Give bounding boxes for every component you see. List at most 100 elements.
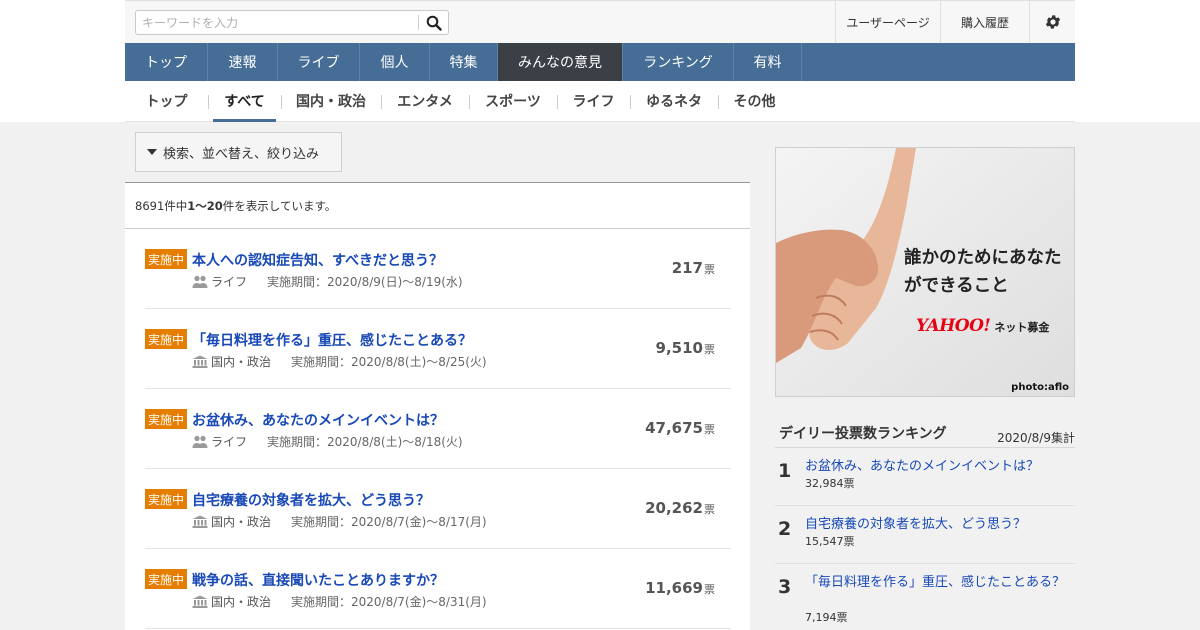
- nav-ranking[interactable]: ランキング: [623, 43, 734, 81]
- main-nav: トップ 速報 ライブ 個人 特集 みんなの意見 ランキング 有料: [125, 43, 1075, 81]
- poll-meta: 国内・政治 実施期間：2020/8/7(金)〜8/31(月): [192, 593, 487, 609]
- status-badge: 実施中: [145, 409, 187, 429]
- nav-live[interactable]: ライブ: [278, 43, 360, 81]
- ranking-title: デイリー投票数ランキング: [779, 426, 947, 442]
- tab-sports[interactable]: スポーツ: [469, 81, 557, 122]
- ranking-item-link[interactable]: 自宅療養の対象者を拡大、どう思う？: [805, 516, 1070, 533]
- government-building-icon: [192, 355, 208, 368]
- filter-button[interactable]: 検索、並べ替え、絞り込み: [135, 132, 342, 172]
- ranking-date: 2020/8/9集計: [997, 431, 1075, 445]
- nav-features[interactable]: 特集: [430, 43, 498, 81]
- poll-meta: 国内・政治 実施期間：2020/8/8(土)〜8/25(火): [192, 353, 487, 369]
- government-building-icon: [192, 595, 208, 608]
- result-range: 1～20: [187, 198, 223, 213]
- ad-headline: 誰かのためにあなたができること: [904, 248, 1062, 296]
- tab-all[interactable]: すべて: [208, 81, 281, 122]
- ranking-item: 2 自宅療養の対象者を拡大、どう思う？ 15,547票: [775, 506, 1075, 564]
- poll-votes: 47,675票: [645, 419, 715, 437]
- poll-item: 実施中 「毎日料理を作る」重圧、感じたことある？ 国内・政治 実施期間：2020…: [145, 309, 731, 389]
- tab-top[interactable]: トップ: [125, 81, 208, 122]
- tab-domestic-politics[interactable]: 国内・政治: [281, 81, 381, 122]
- poll-votes: 11,669票: [645, 579, 715, 597]
- poll-category: 国内・政治: [211, 514, 272, 529]
- yahoo-logo: YAHOO!: [916, 316, 991, 336]
- nav-breaking[interactable]: 速報: [208, 43, 278, 81]
- nav-paid[interactable]: 有料: [734, 43, 802, 81]
- caret-down-icon: [147, 149, 157, 155]
- poll-category: 国内・政治: [211, 354, 272, 369]
- poll-item: 実施中 戦争の話、直接聞いたことありますか？ 国内・政治 実施期間：2020/8…: [145, 549, 731, 629]
- poll-vote-count: 217: [671, 259, 703, 277]
- gear-icon: [1045, 15, 1060, 29]
- tab-life[interactable]: ライフ: [557, 81, 630, 122]
- status-badge: 実施中: [145, 249, 187, 269]
- status-badge: 実施中: [145, 489, 187, 509]
- user-page-link[interactable]: ユーザーページ: [835, 1, 940, 43]
- donation-ad-banner[interactable]: 誰かのためにあなたができること YAHOO! ネット募金 photo:aflo: [775, 147, 1075, 397]
- poll-period: 実施期間：2020/8/7(金)〜8/17(月): [291, 514, 487, 529]
- poll-title-link[interactable]: 自宅療養の対象者を拡大、どう思う？: [192, 490, 430, 510]
- poll-category: 国内・政治: [211, 594, 272, 609]
- tab-entertainment[interactable]: エンタメ: [381, 81, 469, 122]
- photo-credit: photo:aflo: [1011, 382, 1069, 393]
- poll-title-link[interactable]: 本人への認知症告知、すべきだと思う？: [192, 250, 443, 270]
- result-count: 8691 件中 1～20 件を表示しています。: [125, 182, 750, 229]
- nav-opinions[interactable]: みんなの意見: [498, 43, 623, 81]
- rank-number: 2: [778, 518, 792, 540]
- ranking-item-link[interactable]: お盆休み、あなたのメインイベントは？: [805, 458, 1070, 475]
- poll-category: ライフ: [211, 274, 248, 289]
- government-building-icon: [192, 515, 208, 528]
- result-total-suffix: 件中: [164, 198, 188, 213]
- poll-vote-unit: 票: [704, 503, 715, 516]
- ranking-header: デイリー投票数ランキング 2020/8/9集計: [775, 418, 1075, 448]
- search-button[interactable]: [420, 11, 448, 34]
- poll-votes: 217票: [672, 259, 715, 277]
- filter-button-label: 検索、並べ替え、絞り込み: [163, 146, 320, 162]
- poll-vote-unit: 票: [704, 583, 715, 596]
- search-icon: [426, 15, 442, 31]
- poll-vote-count: 9,510: [655, 339, 703, 357]
- category-tabs: トップ すべて 国内・政治 エンタメ スポーツ ライフ ゆるネタ その他: [125, 81, 1075, 122]
- poll-item: 実施中 本人への認知症告知、すべきだと思う？ ライフ 実施期間：2020/8/9…: [145, 229, 731, 309]
- utility-links: ユーザーページ 購入履歴: [835, 1, 1075, 43]
- poll-votes: 9,510票: [656, 339, 715, 357]
- tab-other[interactable]: その他: [718, 81, 791, 122]
- poll-meta: ライフ 実施期間：2020/8/8(土)〜8/18(火): [192, 433, 463, 449]
- poll-vote-unit: 票: [704, 423, 715, 436]
- poll-title-link[interactable]: お盆休み、あなたのメインイベントは？: [192, 410, 444, 430]
- poll-list: 実施中 本人への認知症告知、すべきだと思う？ ライフ 実施期間：2020/8/9…: [125, 229, 750, 630]
- ranking-item-votes: 15,547票: [805, 535, 855, 548]
- rank-number: 1: [778, 460, 792, 482]
- result-range-suffix: 件を表示しています。: [222, 198, 337, 213]
- poll-vote-count: 47,675: [645, 419, 703, 437]
- poll-meta: ライフ 実施期間：2020/8/9(日)〜8/19(水): [192, 273, 463, 289]
- nav-top[interactable]: トップ: [125, 43, 208, 81]
- ranking-item-votes: 7,194票: [805, 611, 848, 624]
- people-icon: [192, 275, 208, 288]
- people-icon: [192, 435, 208, 448]
- result-total: 8691: [135, 198, 165, 213]
- donation-label: ネット募金: [994, 321, 1050, 334]
- tab-casual-topics[interactable]: ゆるネタ: [630, 81, 718, 122]
- poll-category: ライフ: [211, 434, 248, 449]
- poll-period: 実施期間：2020/8/7(金)〜8/31(月): [291, 594, 487, 609]
- search-input[interactable]: [136, 11, 418, 34]
- poll-item: 実施中 お盆休み、あなたのメインイベントは？ ライフ 実施期間：2020/8/8…: [145, 389, 731, 469]
- rank-number: 3: [778, 576, 792, 598]
- nav-personal[interactable]: 個人: [360, 43, 430, 81]
- ranking-item-link[interactable]: 「毎日料理を作る」重圧、感じたことある？: [805, 574, 1070, 591]
- poll-vote-count: 11,669: [645, 579, 703, 597]
- status-badge: 実施中: [145, 569, 187, 589]
- ranking-item-votes: 32,984票: [805, 477, 855, 490]
- status-badge: 実施中: [145, 329, 187, 349]
- purchase-history-link[interactable]: 購入履歴: [940, 1, 1029, 43]
- poll-title-link[interactable]: 「毎日料理を作る」重圧、感じたことある？: [192, 330, 472, 350]
- poll-votes: 20,262票: [645, 499, 715, 517]
- poll-title-link[interactable]: 戦争の話、直接聞いたことありますか？: [192, 570, 444, 590]
- poll-vote-unit: 票: [704, 263, 715, 276]
- settings-button[interactable]: [1029, 1, 1075, 43]
- poll-item: 実施中 自宅療養の対象者を拡大、どう思う？ 国内・政治 実施期間：2020/8/…: [145, 469, 731, 549]
- poll-meta: 国内・政治 実施期間：2020/8/7(金)〜8/17(月): [192, 513, 487, 529]
- poll-vote-unit: 票: [704, 343, 715, 356]
- search-divider: [418, 15, 419, 30]
